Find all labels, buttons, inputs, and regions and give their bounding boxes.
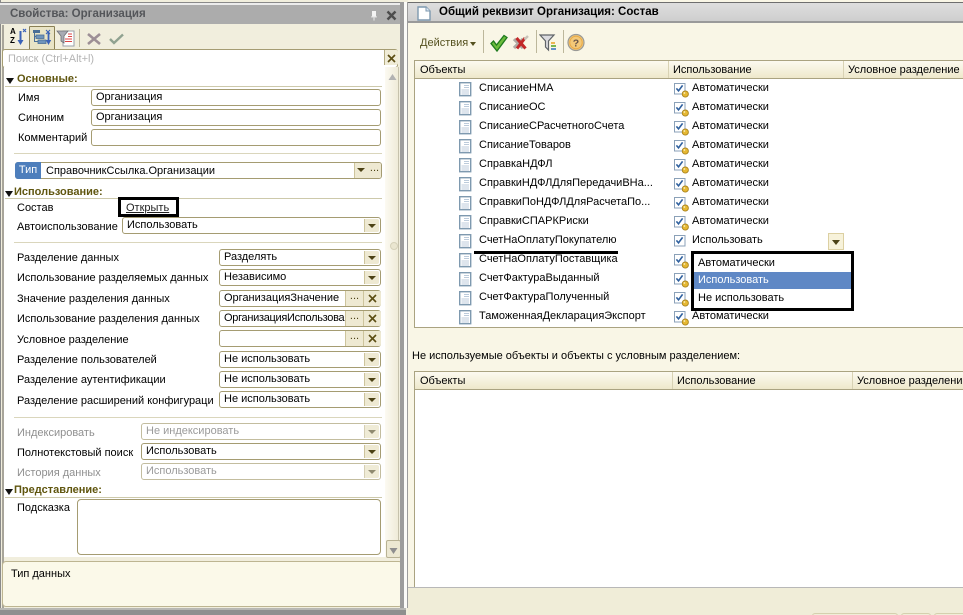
svg-text:?: ? xyxy=(573,38,579,50)
